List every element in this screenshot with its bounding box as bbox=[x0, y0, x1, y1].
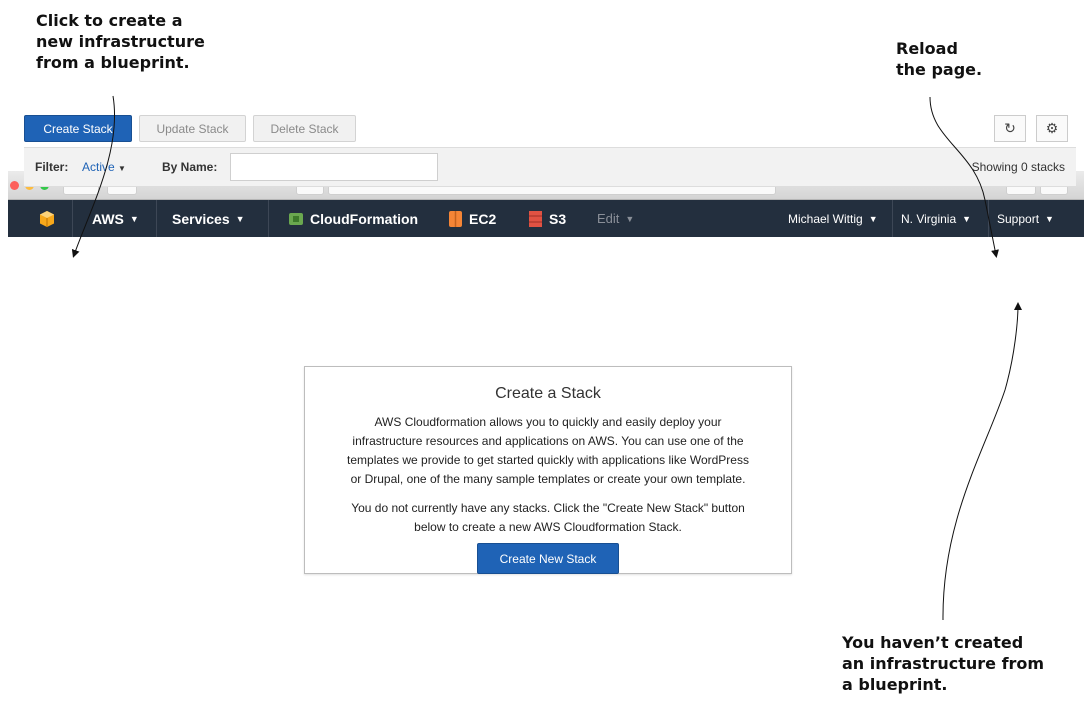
aws-menu[interactable]: AWS ▼ bbox=[92, 200, 139, 237]
chevron-down-icon: ▼ bbox=[962, 213, 972, 224]
close-window-icon[interactable] bbox=[10, 181, 19, 190]
region-menu[interactable]: N. Virginia ▼ bbox=[901, 200, 971, 237]
reload-callout: Reload the page. bbox=[896, 39, 983, 79]
stack-name-search-input[interactable] bbox=[230, 153, 438, 181]
s3-link[interactable]: S3 bbox=[528, 200, 566, 237]
nav-divider bbox=[156, 200, 157, 237]
chevron-down-icon: ▼ bbox=[235, 213, 245, 224]
chevron-down-icon: ▼ bbox=[868, 213, 878, 224]
chevron-down-icon: ▼ bbox=[129, 213, 139, 224]
aws-logo-icon[interactable] bbox=[38, 200, 56, 237]
reload-button[interactable]: ↻ bbox=[994, 115, 1026, 142]
ec2-icon bbox=[449, 210, 462, 227]
by-name-label: By Name: bbox=[162, 160, 218, 174]
create-stack-button[interactable]: Create Stack bbox=[24, 115, 132, 142]
services-menu[interactable]: Services ▼ bbox=[172, 200, 245, 237]
nav-divider bbox=[988, 200, 989, 237]
services-menu-label: Services bbox=[172, 210, 230, 227]
refresh-icon: ↻ bbox=[1004, 120, 1016, 136]
aws-navbar: AWS ▼ Services ▼ CloudFormation EC2 S3 E… bbox=[8, 200, 1084, 237]
support-menu[interactable]: Support ▼ bbox=[997, 200, 1054, 237]
cloudformation-link[interactable]: CloudFormation bbox=[288, 200, 418, 237]
support-menu-label: Support bbox=[997, 211, 1040, 226]
ec2-link[interactable]: EC2 bbox=[448, 200, 496, 237]
panel-title: Create a Stack bbox=[495, 385, 601, 402]
s3-icon bbox=[529, 210, 542, 227]
aws-menu-label: AWS bbox=[92, 210, 124, 227]
stack-count: Showing 0 stacks bbox=[971, 160, 1065, 174]
gear-icon: ⚙ bbox=[1045, 120, 1059, 136]
settings-button[interactable]: ⚙ bbox=[1036, 115, 1068, 142]
chevron-down-icon: ▼ bbox=[625, 213, 635, 224]
nav-divider bbox=[892, 200, 893, 237]
cloudformation-label: CloudFormation bbox=[310, 210, 419, 227]
edit-menu-label: Edit bbox=[597, 211, 620, 226]
s3-label: S3 bbox=[549, 210, 567, 227]
user-menu-label: Michael Wittig bbox=[788, 211, 863, 226]
nav-divider bbox=[268, 200, 269, 237]
nav-divider bbox=[72, 200, 73, 237]
cloudformation-icon bbox=[289, 212, 303, 225]
filter-label: Filter: bbox=[35, 160, 69, 174]
filter-dropdown[interactable]: Active ▼ bbox=[82, 160, 126, 174]
chevron-down-icon: ▼ bbox=[1045, 213, 1054, 224]
panel-description: AWS Cloudformation allows you to quickly… bbox=[347, 415, 749, 486]
create-new-stack-button[interactable]: Create New Stack bbox=[477, 543, 619, 574]
chevron-down-icon: ▼ bbox=[118, 164, 126, 173]
filter-value: Active bbox=[82, 160, 115, 174]
edit-menu[interactable]: Edit ▼ bbox=[597, 200, 634, 237]
ec2-label: EC2 bbox=[469, 210, 497, 227]
region-menu-label: N. Virginia bbox=[901, 211, 957, 226]
user-menu[interactable]: Michael Wittig ▼ bbox=[788, 200, 878, 237]
update-stack-button[interactable]: Update Stack bbox=[139, 115, 246, 142]
empty-message: You do not currently have any stacks. Cl… bbox=[351, 501, 745, 534]
delete-stack-button[interactable]: Delete Stack bbox=[253, 115, 356, 142]
create-callout: Click to create a new infrastructure fro… bbox=[36, 11, 205, 72]
create-stack-panel: Create a Stack AWS Cloudformation allows… bbox=[304, 366, 792, 574]
filter-bar: Filter: Active ▼ By Name: Showing 0 stac… bbox=[24, 147, 1076, 187]
empty-callout: You haven’t created an infrastructure fr… bbox=[842, 633, 1045, 694]
